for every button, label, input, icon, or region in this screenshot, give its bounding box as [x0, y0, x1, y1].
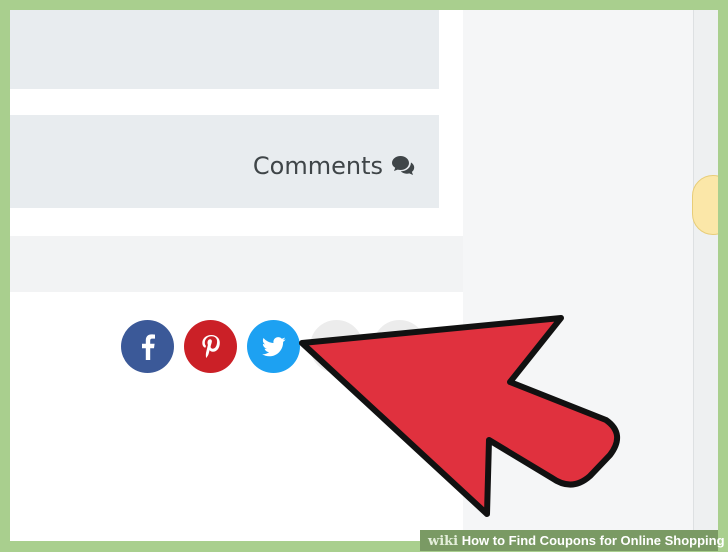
comments-link[interactable]: Comments	[253, 152, 415, 180]
section-divider	[10, 236, 463, 292]
twitter-share-button[interactable]	[247, 320, 300, 373]
pinterest-share-button[interactable]	[184, 320, 237, 373]
caption-title: How to Find Coupons for Online Shopping	[461, 533, 725, 548]
comments-label: Comments	[252, 152, 383, 180]
comments-panel: Comments	[10, 115, 439, 208]
scrollbar[interactable]	[693, 10, 718, 541]
sidebar	[463, 10, 693, 541]
share-placeholder	[310, 320, 363, 373]
share-placeholder	[373, 320, 426, 373]
facebook-share-button[interactable]	[121, 320, 174, 373]
facebook-icon	[141, 333, 155, 360]
article-column: Comments	[10, 10, 463, 541]
content-panel	[10, 10, 439, 89]
comments-icon	[392, 156, 415, 175]
side-widget-handle[interactable]	[692, 175, 718, 235]
pinterest-icon	[201, 334, 220, 358]
browser-screen: Comments	[10, 10, 718, 541]
twitter-icon	[261, 336, 286, 356]
caption-bar: wiki How to Find Coupons for Online Shop…	[420, 530, 725, 551]
wiki-logo: wiki	[428, 534, 459, 549]
